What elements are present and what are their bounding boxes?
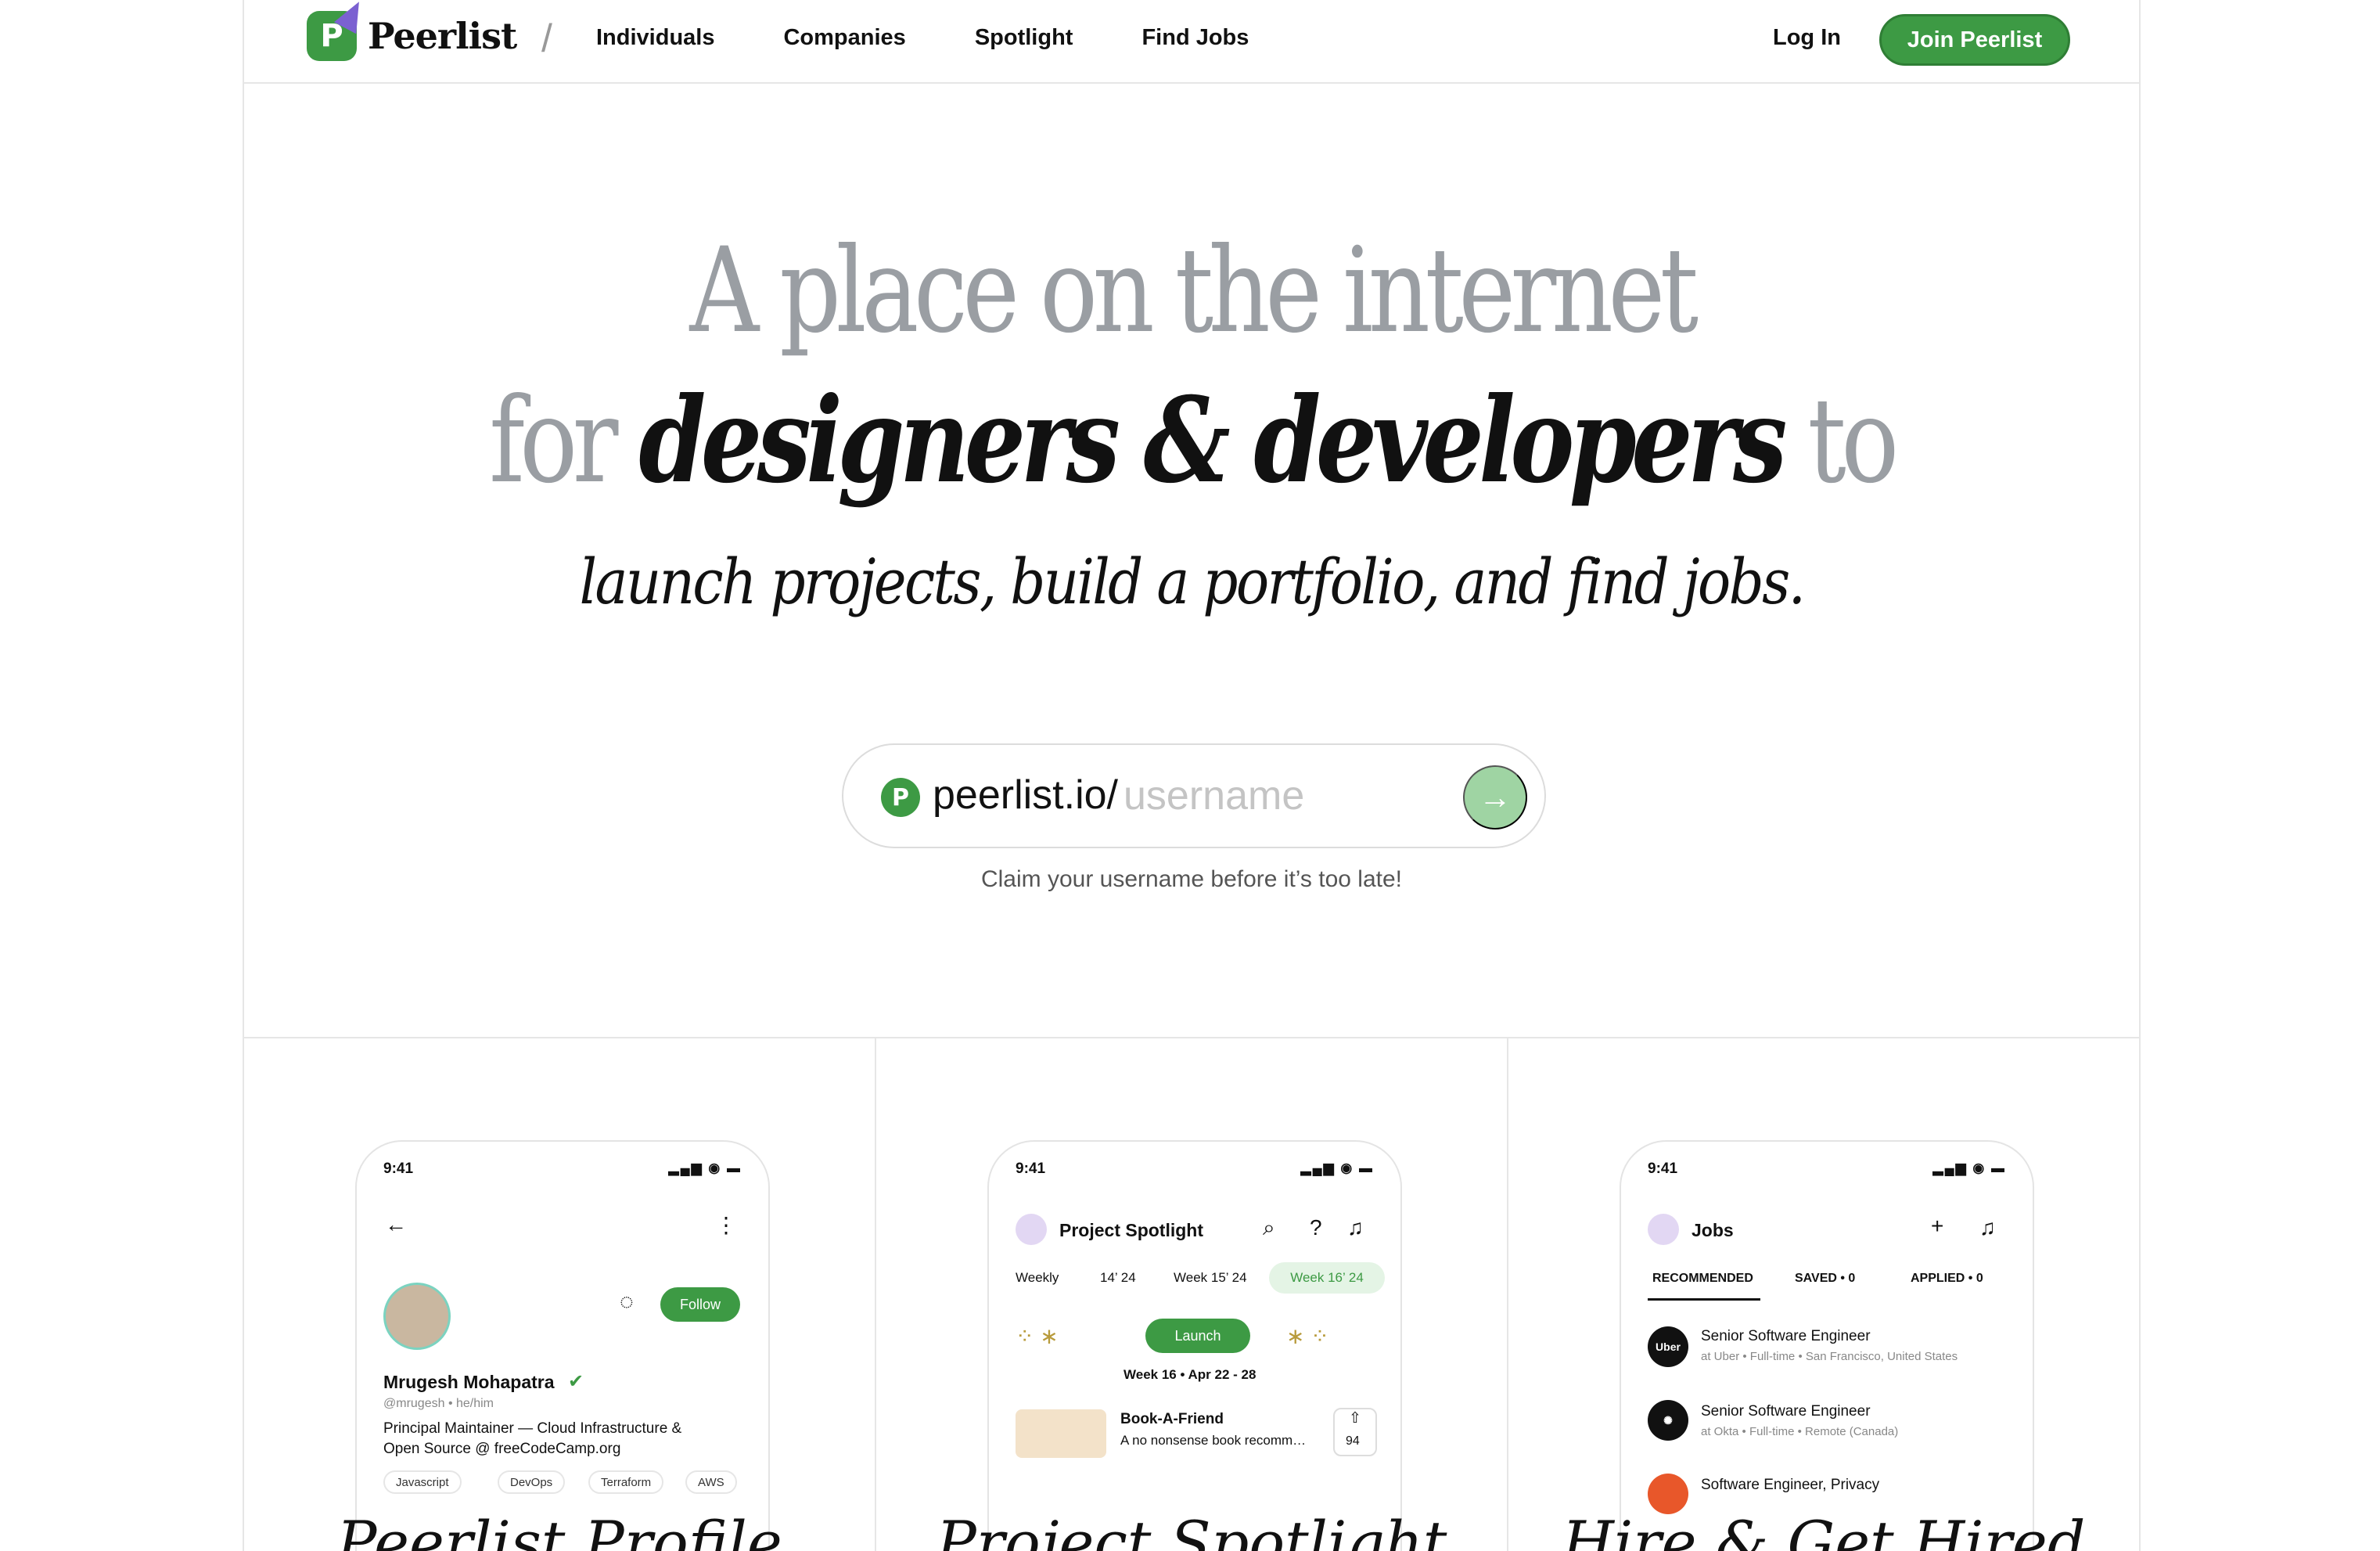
brand-name: Peerlist	[368, 15, 517, 57]
join-button[interactable]: Join Peerlist	[1879, 14, 2070, 66]
status-time: 9:41	[383, 1161, 414, 1177]
job-meta: at Okta • Full-time • Remote (Canada)	[1701, 1425, 1899, 1438]
signal-wifi-battery-icon: ▂▄▆ ◉ ▬	[1300, 1161, 1374, 1175]
skill-tag: Javascript	[383, 1470, 462, 1494]
phone-status-bar: 9:41 ▂▄▆ ◉ ▬	[383, 1161, 742, 1178]
nav-link-spotlight[interactable]: Spotlight	[975, 25, 1073, 51]
phone-status-bar: 9:41 ▂▄▆ ◉ ▬	[1016, 1161, 1374, 1178]
week-filter-weekly: Weekly	[1016, 1270, 1059, 1285]
nav-links: Individuals Companies Spotlight Find Job…	[596, 25, 1249, 51]
follow-button: Follow	[660, 1287, 740, 1322]
plus-icon: +	[1931, 1214, 1944, 1238]
arrow-right-icon: →	[1479, 779, 1512, 815]
top-nav: P Peerlist / Individuals Companies Spotl…	[244, 0, 2139, 84]
bell-icon: ♫	[1347, 1215, 1364, 1240]
project-description: A no nonsense book recomm…	[1120, 1433, 1307, 1448]
okta-logo-icon: ✺	[1648, 1400, 1688, 1441]
profile-handle: @mrugesh • he/him	[383, 1397, 494, 1410]
claim-submit-button[interactable]: →	[1463, 765, 1527, 829]
nav-link-companies[interactable]: Companies	[783, 25, 905, 51]
phone-status-bar: 9:41 ▂▄▆ ◉ ▬	[1648, 1161, 2006, 1178]
more-vertical-icon: ⋮	[715, 1213, 737, 1237]
nav-link-individuals[interactable]: Individuals	[596, 25, 714, 51]
week-filter-16: Week 16’ 24	[1269, 1262, 1385, 1294]
feature-cards: 9:41 ▂▄▆ ◉ ▬ ← ⋮ ◌ Follow Mrugesh Mohapa…	[244, 1038, 2139, 1551]
phone-mockup: 9:41 ▂▄▆ ◉ ▬ ← ⋮ ◌ Follow Mrugesh Mohapa…	[355, 1140, 770, 1551]
launch-button: Launch	[1145, 1319, 1250, 1353]
week-range: Week 16 • Apr 22 - 28	[1123, 1367, 1257, 1382]
tab-applied: APPLIED • 0	[1911, 1272, 1983, 1285]
status-time: 9:41	[1016, 1161, 1046, 1177]
user-avatar	[1648, 1214, 1679, 1245]
screen-title: Jobs	[1692, 1220, 1734, 1240]
avatar	[383, 1283, 451, 1350]
help-icon: ?	[1310, 1215, 1322, 1240]
search-icon: ⌕	[1263, 1215, 1275, 1240]
job-title: Software Engineer, Privacy	[1701, 1477, 1880, 1493]
peerlist-logo-icon: P	[307, 0, 371, 61]
feature-card-profile[interactable]: 9:41 ▂▄▆ ◉ ▬ ← ⋮ ◌ Follow Mrugesh Mohapa…	[244, 1038, 876, 1551]
message-icon: ◌	[620, 1289, 634, 1315]
phone-mockup: 9:41 ▂▄▆ ◉ ▬ Project Spotlight ⌕ ? ♫ Wee…	[987, 1140, 1402, 1551]
profile-bio-line2: Open Source @ freeCodeCamp.org	[383, 1441, 621, 1457]
job-title: Senior Software Engineer	[1701, 1403, 1871, 1420]
hero-subheadline: launch projects, build a portfolio, and …	[579, 545, 1806, 618]
tab-saved: SAVED • 0	[1795, 1272, 1856, 1285]
username-input[interactable]	[1123, 768, 1436, 823]
nav-divider: /	[541, 16, 552, 60]
claim-note: Claim your username before it’s too late…	[980, 866, 1403, 892]
claim-username-box: P peerlist.io/ →	[842, 743, 1546, 848]
skill-tag: DevOps	[498, 1470, 566, 1494]
nav-link-find-jobs[interactable]: Find Jobs	[1141, 25, 1249, 51]
confetti-right-icon: ∗ ⁘	[1286, 1324, 1329, 1348]
project-thumbnail	[1016, 1409, 1106, 1458]
page-frame: P Peerlist / Individuals Companies Spotl…	[243, 0, 2141, 1551]
signal-wifi-battery-icon: ▂▄▆ ◉ ▬	[1932, 1161, 2006, 1175]
card-title: Hire & Get Hired	[1562, 1508, 2086, 1551]
user-avatar	[1016, 1214, 1047, 1245]
claim-domain-prefix: peerlist.io/	[933, 772, 1118, 818]
peerlist-mini-logo-icon: P	[881, 778, 920, 817]
profile-name: Mrugesh Mohapatra	[383, 1372, 555, 1392]
card-title: Project Spotlight	[936, 1508, 1447, 1551]
hero-line2-pre: for	[489, 373, 639, 509]
confetti-left-icon: ⁘ ∗	[1016, 1324, 1059, 1348]
skill-tag: Terraform	[588, 1470, 664, 1494]
screen-title: Project Spotlight	[1059, 1220, 1203, 1240]
week-filter-14: 14’ 24	[1100, 1270, 1136, 1285]
hero-line2-emphasis: designers & developers	[638, 372, 1787, 509]
hero-line2-post: to	[1781, 373, 1899, 509]
upvote-arrow-icon: ⇧	[1349, 1410, 1361, 1427]
hero-section: A place on the internet for designers & …	[244, 84, 2139, 1038]
bell-icon: ♫	[1979, 1215, 1996, 1240]
profile-bio-line1: Principal Maintainer — Cloud Infrastruct…	[383, 1420, 682, 1437]
status-time: 9:41	[1648, 1161, 1678, 1177]
card-title: Peerlist Profile	[336, 1508, 782, 1551]
verified-badge-icon: ✔	[568, 1371, 584, 1392]
login-link[interactable]: Log In	[1773, 25, 1841, 51]
uber-logo: Uber	[1648, 1326, 1688, 1367]
back-arrow-icon: ←	[385, 1212, 407, 1236]
feature-card-spotlight[interactable]: 9:41 ▂▄▆ ◉ ▬ Project Spotlight ⌕ ? ♫ Wee…	[876, 1038, 1508, 1551]
job-title: Senior Software Engineer	[1701, 1328, 1871, 1344]
job-meta: at Uber • Full-time • San Francisco, Uni…	[1701, 1350, 1958, 1363]
skill-tag: AWS	[685, 1470, 737, 1494]
hero-headline-line1: A place on the internet	[689, 223, 1699, 359]
project-name: Book-A-Friend	[1120, 1411, 1224, 1427]
signal-wifi-battery-icon: ▂▄▆ ◉ ▬	[668, 1161, 742, 1175]
feature-card-jobs[interactable]: 9:41 ▂▄▆ ◉ ▬ Jobs + ♫ RECOMMENDED SAVED …	[1508, 1038, 2139, 1551]
brand-logo[interactable]: P Peerlist	[307, 0, 517, 61]
upvote-count: 94	[1346, 1434, 1360, 1448]
hero-headline-line2: for designers & developers to	[415, 372, 1968, 509]
tab-recommended: RECOMMENDED	[1652, 1272, 1753, 1285]
week-filter-15: Week 15’ 24	[1174, 1270, 1247, 1285]
active-tab-indicator	[1648, 1298, 1760, 1301]
phone-mockup: 9:41 ▂▄▆ ◉ ▬ Jobs + ♫ RECOMMENDED SAVED …	[1620, 1140, 2034, 1551]
